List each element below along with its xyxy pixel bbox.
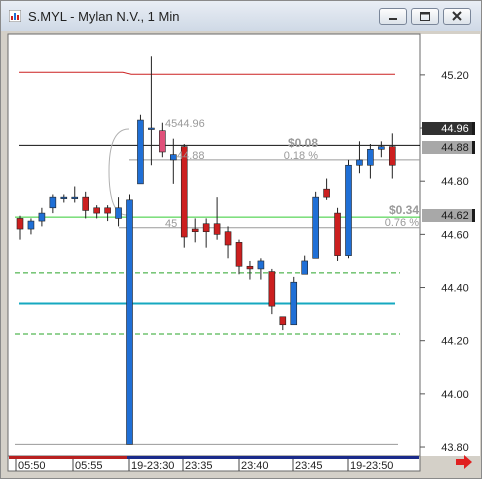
candle-body (235, 242, 243, 267)
time-tick-label: 05:55 (75, 460, 103, 472)
price-tag-grey: 44.88 (422, 141, 475, 154)
candle-body (137, 119, 144, 185)
candle-body (93, 207, 100, 214)
candle-body (334, 212, 341, 256)
price-tick-label: 43.80 (441, 442, 469, 454)
annotation-price-b: 44.88 (177, 150, 205, 162)
price-tag-last: 44.96 (422, 122, 475, 135)
candle-body (148, 127, 155, 130)
candle-body (312, 196, 319, 259)
candle-body (290, 281, 298, 326)
annotation-change-b-pct: 0.76 % (385, 217, 419, 229)
annotation-change-a: $0.08 (288, 136, 318, 150)
candle-body (115, 207, 122, 219)
candle-body (16, 218, 24, 230)
candle-body (301, 260, 309, 275)
annotation-price-a: 4544.96 (165, 118, 205, 130)
candle-body (378, 146, 385, 150)
price-tick-label: 44.80 (441, 176, 469, 188)
price-tag-grey-text: 44.88 (441, 142, 469, 154)
candle-body (71, 196, 79, 199)
red-arrow-right-icon[interactable] (455, 454, 473, 470)
price-tick-label: 44.40 (441, 283, 469, 295)
annotation-change-a-pct: 0.18 % (284, 150, 318, 162)
candle-body (323, 188, 330, 198)
price-tick-label: 44.20 (441, 336, 469, 348)
plot-area (7, 33, 421, 457)
annotation-change-b: $0.34 (389, 203, 419, 217)
time-tick-label: 19-23:30 (131, 460, 174, 472)
time-tick-label: 19-23:50 (350, 460, 393, 472)
candle-body (356, 159, 363, 166)
candle-body (202, 223, 210, 233)
candle-body (191, 228, 199, 233)
candle-body (82, 196, 89, 211)
time-axis-band-red (9, 456, 127, 459)
candle-body (60, 196, 68, 199)
time-tick-label: 23:40 (241, 460, 269, 472)
price-tick-label: 44.60 (441, 229, 469, 241)
candle-body (27, 220, 35, 230)
candle-body (345, 164, 352, 256)
candle-body (49, 196, 57, 209)
price-tag-mid: 44.62 (422, 209, 475, 222)
candle-body (246, 265, 254, 270)
price-tag-mid-text: 44.62 (441, 210, 469, 222)
candle-body (38, 212, 46, 222)
time-axis-band-blue (127, 456, 419, 459)
candle-body (257, 260, 265, 270)
candle-body (126, 199, 133, 445)
annotation-price-c: 45 (165, 218, 177, 230)
candle-body (104, 207, 111, 214)
time-tick-label: 23:45 (295, 460, 323, 472)
candle-body (213, 223, 221, 235)
candle-body (224, 231, 232, 246)
price-tick-label: 44.00 (441, 389, 469, 401)
time-tick-label: 05:50 (18, 460, 46, 472)
chart-window: S.MYL - Mylan N.V., 1 Min 45.2045.0044.8… (0, 0, 482, 479)
candle-body (279, 316, 287, 326)
candle-body (388, 146, 396, 166)
time-tick-label: 23:35 (185, 460, 213, 472)
candle-body (159, 130, 166, 153)
candle-body (268, 271, 276, 307)
candle-body (367, 149, 374, 166)
candle-body (170, 154, 177, 161)
price-tag-last-text: 44.96 (441, 123, 469, 135)
price-tick-label: 45.20 (441, 70, 469, 82)
price-chart[interactable]: 45.2045.0044.8044.6044.4044.2044.0043.80… (1, 1, 481, 478)
